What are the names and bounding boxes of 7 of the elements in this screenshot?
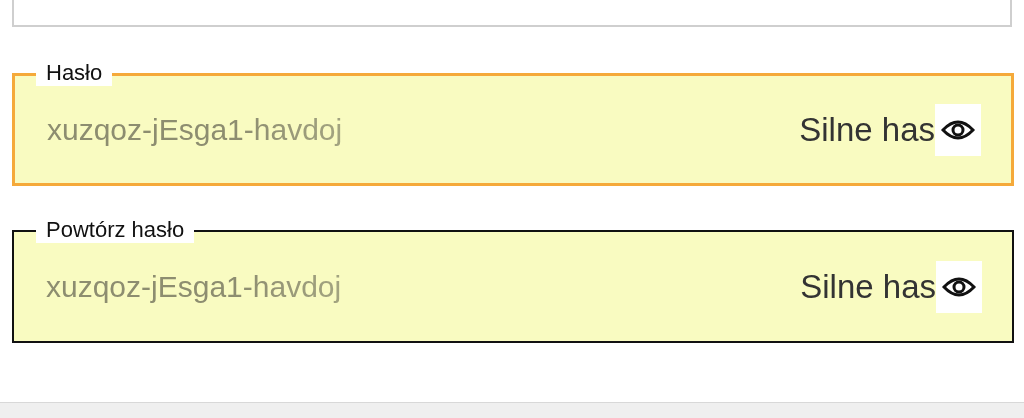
text-field[interactable] xyxy=(12,0,1012,27)
strength-label: Silne has xyxy=(799,110,935,149)
strength-label: Silne has xyxy=(800,267,936,306)
password-value: xuzqoz-jEsga1-havdoj xyxy=(47,112,343,147)
password-value: xuzqoz-jEsga1-havdoj xyxy=(46,269,342,304)
show-password-icon[interactable] xyxy=(936,260,982,313)
show-password-icon[interactable] xyxy=(935,103,981,156)
